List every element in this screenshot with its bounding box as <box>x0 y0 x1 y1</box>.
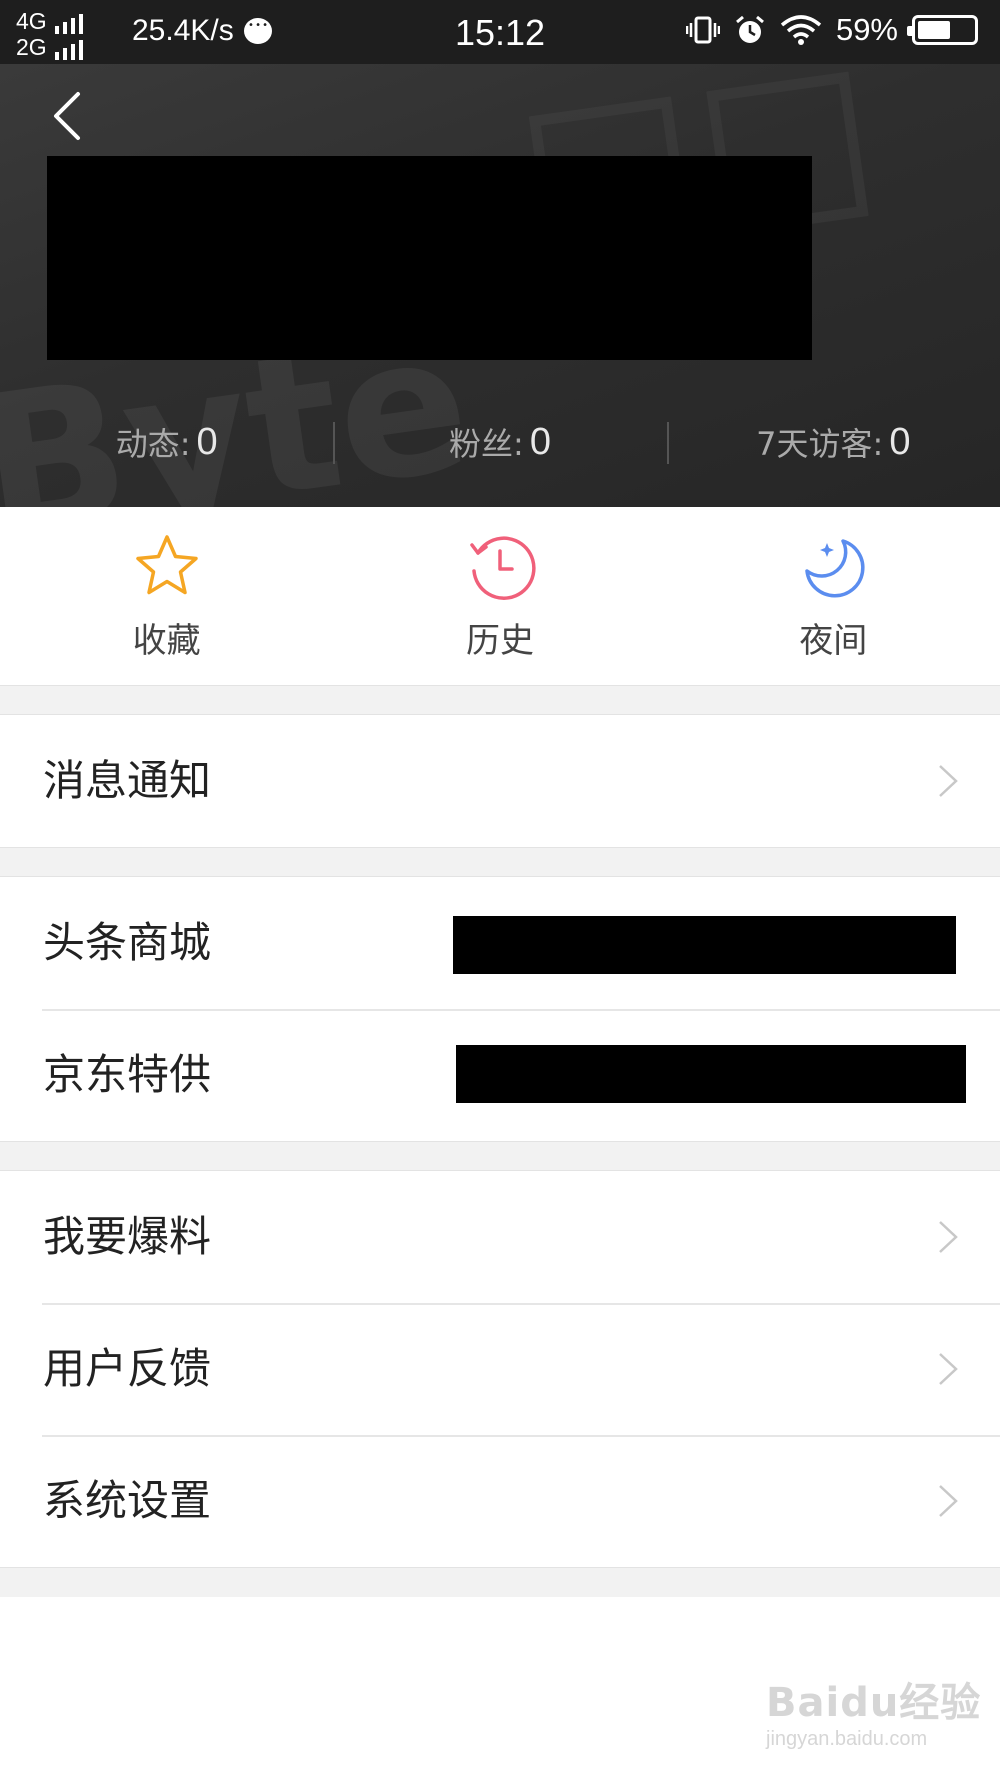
menu-item-label: 我要爆料 <box>43 1212 212 1261</box>
redacted-mall-promo <box>453 916 956 974</box>
menu-item-report-news[interactable]: 我要爆料 <box>0 1171 1000 1303</box>
wifi-icon <box>780 15 822 45</box>
menu-item-label: 京东特供 <box>43 1050 212 1099</box>
menu-item-label: 消息通知 <box>43 756 212 805</box>
back-arrow-icon[interactable] <box>44 86 94 146</box>
stat-label: 动态: <box>115 425 191 463</box>
stat-label: 7天访客: <box>756 425 884 463</box>
redacted-jd-promo <box>456 1045 966 1103</box>
menu-group-shopping: 头条商城 京东特供 <box>0 877 1000 1141</box>
section-divider <box>0 1141 1000 1171</box>
section-divider <box>0 847 1000 877</box>
baidu-jingyan-watermark: Baidu经验 jingyan.baidu.com <box>766 1670 981 1751</box>
clock-history-icon <box>470 536 536 600</box>
profile-header: Byte ☐☐ 动态: 0 粉丝: 0 7天访客: 0 <box>0 64 1000 507</box>
menu-item-user-feedback[interactable]: 用户反馈 <box>0 1303 1000 1435</box>
history-label: 历史 <box>465 621 534 661</box>
menu-item-toutiao-mall[interactable]: 头条商城 <box>0 877 1000 1009</box>
night-mode-label: 夜间 <box>799 621 868 661</box>
stat-followers[interactable]: 粉丝: 0 <box>333 412 666 472</box>
redacted-profile-area <box>47 156 812 360</box>
watermark-title: Baidu经验 <box>766 1680 982 1726</box>
alarm-icon <box>735 15 764 43</box>
battery-percent: 59% <box>835 12 898 47</box>
history-button[interactable]: 历史 <box>333 507 666 685</box>
stat-posts[interactable]: 动态: 0 <box>0 412 333 472</box>
watermark-url: jingyan.baidu.com <box>766 1728 928 1750</box>
menu-item-label: 用户反馈 <box>43 1344 212 1393</box>
chevron-right-icon <box>939 765 958 797</box>
status-icons: 59% <box>685 12 978 48</box>
stat-value: 0 <box>529 420 551 463</box>
stat-value: 0 <box>889 420 911 463</box>
stat-visitors[interactable]: 7天访客: 0 <box>666 412 1000 472</box>
section-divider <box>0 1567 1000 1597</box>
stat-value: 0 <box>196 420 218 463</box>
night-mode-button[interactable]: 夜间 <box>667 507 1000 685</box>
menu-item-system-settings[interactable]: 系统设置 <box>0 1435 1000 1567</box>
vibrate-icon <box>685 16 720 44</box>
menu-item-message-notification[interactable]: 消息通知 <box>0 715 1000 847</box>
chevron-right-icon <box>939 1353 958 1385</box>
favorites-button[interactable]: 收藏 <box>0 507 333 685</box>
menu-group-messages: 消息通知 <box>0 715 1000 847</box>
menu-group-misc: 我要爆料 用户反馈 系统设置 <box>0 1171 1000 1567</box>
menu-item-label: 头条商城 <box>43 918 212 967</box>
section-divider <box>0 685 1000 715</box>
menu-item-jd-special[interactable]: 京东特供 <box>0 1009 1000 1141</box>
chevron-right-icon <box>939 1485 958 1517</box>
chevron-right-icon <box>939 1221 958 1253</box>
battery-icon <box>907 15 978 45</box>
stat-label: 粉丝: <box>449 425 524 463</box>
status-bar: 4G 2G 25.4K/s 15:12 59% <box>0 0 1000 64</box>
profile-stats: 动态: 0 粉丝: 0 7天访客: 0 <box>0 412 1000 472</box>
menu-item-label: 系统设置 <box>43 1476 212 1525</box>
quick-actions: 收藏 历史 夜间 <box>0 507 1000 685</box>
moon-icon <box>805 539 865 598</box>
favorites-label: 收藏 <box>132 621 201 661</box>
star-icon <box>135 535 198 595</box>
